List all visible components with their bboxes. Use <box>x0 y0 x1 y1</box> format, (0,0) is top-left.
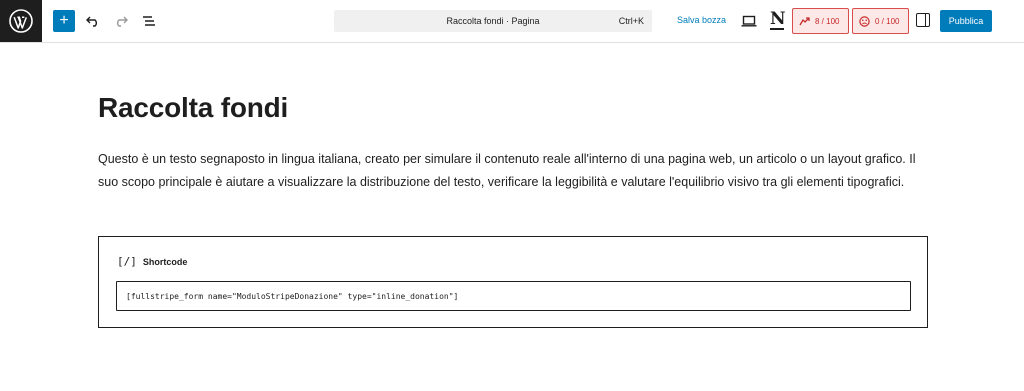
publish-button[interactable]: Pubblica <box>940 10 992 32</box>
editor-top-toolbar: + Raccolta fondi · Pagina Ctrl+K Salva b… <box>0 0 1024 43</box>
wordpress-logo-svg <box>9 9 33 33</box>
readability-score-icon <box>859 15 870 27</box>
shortcode-icon: [/] <box>117 255 137 268</box>
document-overview-icon <box>143 16 155 26</box>
undo-icon <box>86 16 97 27</box>
readability-score-button[interactable]: 0 / 100 <box>852 8 909 34</box>
shortcode-label-text: Shortcode <box>142 256 188 267</box>
preview-button[interactable] <box>741 13 757 29</box>
readability-score-value: 0 / 100 <box>875 16 900 26</box>
desktop-preview-icon <box>741 15 757 27</box>
command-palette-shortcut: Ctrl+K <box>618 16 644 26</box>
wordpress-logo-icon[interactable] <box>0 0 42 42</box>
page-title[interactable]: Raccolta fondi <box>98 92 288 124</box>
plus-icon: + <box>59 12 69 29</box>
shortcode-block[interactable]: [/] Shortcode [fullstripe_form name="Mod… <box>98 236 928 328</box>
seo-score-value: 8 / 100 <box>815 16 840 26</box>
seo-score-icon <box>799 16 810 25</box>
save-draft-button[interactable]: Salva bozza <box>677 15 726 25</box>
paragraph-block[interactable]: Questo è un testo segnaposto in lingua i… <box>98 148 928 194</box>
document-title-bar[interactable]: Raccolta fondi · Pagina Ctrl+K <box>334 10 652 32</box>
shortcode-input[interactable]: [fullstripe_form name="ModuloStripeDonaz… <box>116 281 911 311</box>
redo-icon <box>117 16 128 27</box>
plugin-n-logo-button[interactable]: N <box>770 11 786 30</box>
add-block-button[interactable]: + <box>53 10 75 32</box>
sidebar-toggle-icon[interactable] <box>916 13 930 27</box>
document-overview-button[interactable] <box>140 10 158 32</box>
seo-score-button[interactable]: 8 / 100 <box>792 8 849 34</box>
redo-button[interactable] <box>112 10 130 32</box>
document-title: Raccolta fondi · Pagina <box>446 16 540 26</box>
undo-button[interactable] <box>84 10 102 32</box>
shortcode-block-label: [/] Shortcode <box>117 255 187 268</box>
